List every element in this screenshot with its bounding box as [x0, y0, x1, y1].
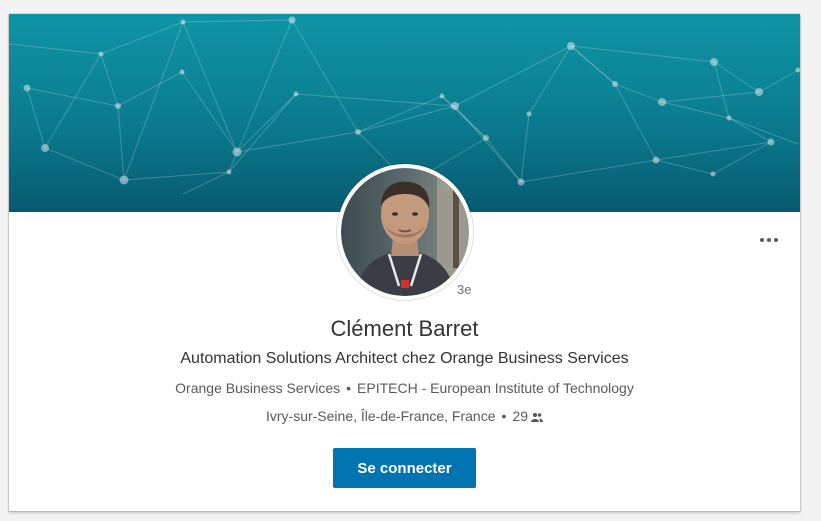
more-options-icon	[760, 238, 764, 242]
connections-count[interactable]: 29	[512, 408, 528, 424]
profile-name: Clément Barret	[330, 316, 479, 341]
connection-degree: 3e	[457, 282, 472, 297]
separator-bullet: •	[501, 408, 507, 424]
profile-company-link[interactable]: Orange Business Services	[175, 380, 340, 396]
profile-education-link[interactable]: EPITECH - European Institute of Technolo…	[357, 380, 634, 396]
profile-location: Ivry-sur-Seine, Île-de-France, France	[265, 408, 496, 424]
profile-meta-row-location: Ivry-sur-Seine, Île-de-France, France • 29	[9, 408, 800, 425]
connect-button[interactable]: Se connecter	[333, 448, 476, 488]
more-options-button[interactable]	[756, 232, 782, 248]
separator-bullet: •	[346, 380, 352, 396]
profile-card: 3e Clément Barret Automation Solutions A…	[9, 14, 800, 511]
profile-avatar[interactable]	[337, 164, 473, 300]
profile-photo	[341, 168, 469, 296]
profile-headline: Automation Solutions Architect chez Oran…	[180, 350, 629, 367]
profile-meta-row-work: Orange Business Services • EPITECH - Europ…	[9, 380, 800, 396]
people-icon	[531, 409, 543, 425]
